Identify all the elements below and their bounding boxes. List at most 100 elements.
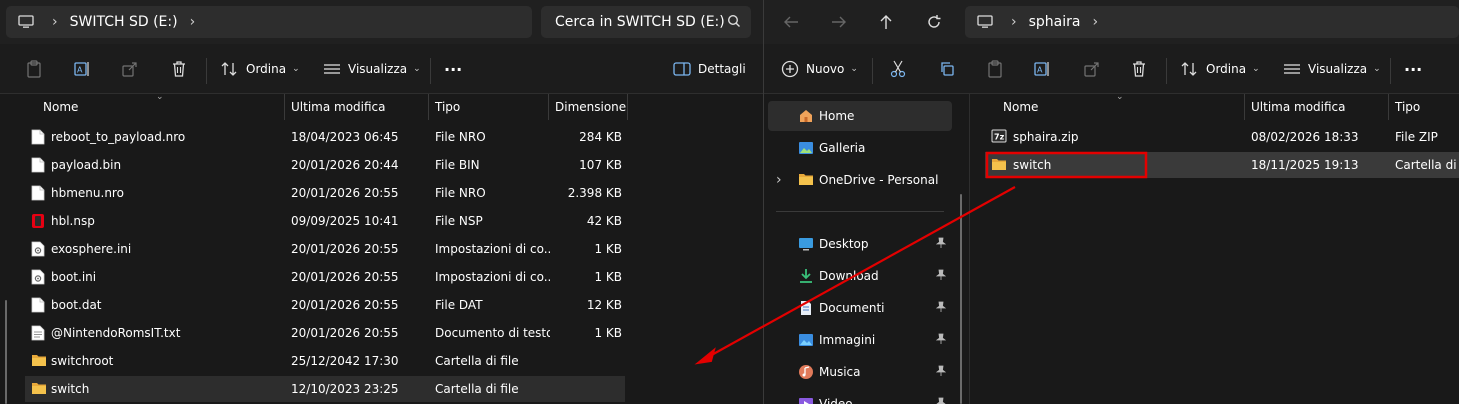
- nav-item-label: Galleria: [819, 141, 866, 155]
- share-button[interactable]: [120, 56, 140, 82]
- chevron-down-icon: ⌄: [1373, 64, 1381, 74]
- column-header-name[interactable]: Nome: [997, 94, 1245, 120]
- file-type: Cartella di file: [435, 354, 519, 368]
- computer-icon[interactable]: [18, 15, 34, 29]
- sort-button[interactable]: Ordina ⌄: [220, 56, 300, 82]
- file-row[interactable]: reboot_to_payload.nro 18/04/2023 06:45 Fil…: [25, 124, 625, 150]
- pin-icon[interactable]: [935, 365, 947, 380]
- chevron-right-icon[interactable]: ›: [1092, 14, 1098, 30]
- file-row[interactable]: @NintendoRomsIT.txt 20/01/2026 20:55 Docum…: [25, 320, 625, 346]
- up-button[interactable]: [875, 11, 897, 33]
- file-size-cell: [552, 376, 622, 402]
- toolbar-divider: [1166, 58, 1167, 84]
- breadcrumb-drive[interactable]: SWITCH SD (E:): [70, 14, 178, 30]
- rename-icon: A: [73, 59, 93, 79]
- file-type: Documento di testo: [435, 326, 550, 340]
- nav-scrollbar[interactable]: [960, 194, 962, 404]
- chevron-right-icon[interactable]: ›: [1011, 14, 1017, 30]
- nav-item-desktop[interactable]: Desktop: [768, 229, 952, 259]
- left-explorer-window: › SWITCH SD (E:) › Cerca in SWITCH SD (E…: [0, 0, 763, 404]
- pin-icon[interactable]: [935, 301, 947, 316]
- file-name-cell: switchroot: [31, 348, 281, 374]
- breadcrumb-folder[interactable]: sphaira: [1029, 14, 1081, 30]
- file-row[interactable]: switch 12/10/2023 23:25 Cartella di file: [25, 376, 625, 402]
- column-header-modified[interactable]: Ultima modifica: [1245, 94, 1389, 120]
- file-icon: [31, 185, 45, 201]
- pin-icon[interactable]: [935, 333, 947, 348]
- column-header-type[interactable]: Tipo: [429, 94, 549, 120]
- nav-item-musica[interactable]: Musica: [768, 357, 952, 387]
- file-row[interactable]: 7z sphaira.zip 08/02/2026 18:33 File ZIP: [985, 124, 1459, 150]
- nav-item-label: Download: [819, 269, 879, 283]
- nav-item-label: Video: [819, 397, 853, 404]
- file-row[interactable]: boot.dat 20/01/2026 20:55 File DAT 12 KB: [25, 292, 625, 318]
- file-name: hbmenu.nro: [51, 186, 124, 200]
- column-header-modified[interactable]: Ultima modifica: [285, 94, 429, 120]
- more-options-button[interactable]: ···: [1404, 56, 1422, 82]
- file-modified: 18/04/2023 06:45: [291, 130, 399, 144]
- file-type: File ZIP: [1395, 130, 1438, 144]
- file-size: 284 KB: [579, 130, 622, 144]
- switch-nsp-icon: [31, 213, 45, 229]
- rename-button[interactable]: A: [73, 56, 93, 82]
- nav-item-galleria[interactable]: Galleria: [768, 133, 952, 163]
- nav-item-download[interactable]: Download: [768, 261, 952, 291]
- pin-icon[interactable]: [935, 397, 947, 404]
- file-name: sphaira.zip: [1013, 130, 1079, 144]
- refresh-button[interactable]: [923, 11, 945, 33]
- delete-button[interactable]: [169, 56, 189, 82]
- right-address-bar[interactable]: › sphaira ›: [965, 6, 1459, 38]
- computer-icon[interactable]: [977, 15, 993, 29]
- toolbar-divider: [872, 58, 873, 84]
- left-scrollbar[interactable]: [5, 300, 7, 404]
- video-icon: [798, 396, 814, 404]
- search-icon[interactable]: [727, 14, 741, 28]
- rename-button[interactable]: A: [1033, 56, 1053, 82]
- paste-icon: [24, 59, 44, 79]
- expand-chevron-icon[interactable]: ›: [776, 172, 782, 188]
- file-modified-cell: 18/04/2023 06:45: [291, 124, 431, 150]
- search-input[interactable]: Cerca in SWITCH SD (E:): [541, 6, 751, 38]
- new-button[interactable]: Nuovo ⌄: [780, 56, 858, 82]
- file-row[interactable]: hbl.nsp 09/09/2025 10:41 File NSP 42 KB: [25, 208, 625, 234]
- file-type-cell: Documento di testo: [435, 320, 550, 346]
- share-button[interactable]: [1082, 56, 1102, 82]
- file-row[interactable]: switch 18/11/2025 19:13 Cartella di file: [985, 152, 1459, 178]
- pin-icon[interactable]: [935, 237, 947, 252]
- column-header-type[interactable]: Tipo: [1389, 94, 1459, 120]
- nav-item-home[interactable]: Home: [768, 101, 952, 131]
- file-row[interactable]: hbmenu.nro 20/01/2026 20:55 File NRO 2.398 …: [25, 180, 625, 206]
- back-button[interactable]: [780, 11, 802, 33]
- more-options-button[interactable]: ···: [444, 56, 462, 82]
- nav-item-documenti[interactable]: Documenti: [768, 293, 952, 323]
- chevron-right-icon[interactable]: ›: [190, 14, 196, 30]
- details-pane-button[interactable]: Dettagli: [672, 56, 746, 82]
- left-address-bar[interactable]: › SWITCH SD (E:) ›: [6, 6, 532, 38]
- view-button[interactable]: Visualizza ⌄: [1282, 56, 1381, 82]
- view-button[interactable]: Visualizza ⌄: [322, 56, 421, 82]
- file-row[interactable]: payload.bin 20/01/2026 20:44 File BIN 107 K…: [25, 152, 625, 178]
- cut-button[interactable]: [888, 56, 908, 82]
- file-row[interactable]: switchroot 25/12/2042 17:30 Cartella di fi…: [25, 348, 625, 374]
- paste-button[interactable]: [24, 56, 44, 82]
- forward-button[interactable]: [828, 11, 850, 33]
- delete-button[interactable]: [1129, 56, 1149, 82]
- toolbar-divider: [430, 58, 431, 84]
- file-icon: [31, 157, 45, 173]
- file-row[interactable]: boot.ini 20/01/2026 20:55 Impostazioni di …: [25, 264, 625, 290]
- column-header-name[interactable]: Nome: [37, 94, 285, 120]
- nav-item-onedrive-personal[interactable]: › OneDrive - Personal: [768, 165, 952, 195]
- pin-icon[interactable]: [935, 269, 947, 284]
- file-row[interactable]: exosphere.ini 20/01/2026 20:55 Impostazion…: [25, 236, 625, 262]
- chevron-right-icon[interactable]: ›: [52, 14, 58, 30]
- file-modified-cell: 20/01/2026 20:55: [291, 292, 431, 318]
- column-header-type-label: Tipo: [1395, 100, 1421, 114]
- copy-button[interactable]: [937, 56, 957, 82]
- nav-item-immagini[interactable]: Immagini: [768, 325, 952, 355]
- nav-item-video[interactable]: Video: [768, 389, 952, 404]
- column-header-size[interactable]: Dimensione: [549, 94, 628, 120]
- file-name-cell: reboot_to_payload.nro: [31, 124, 281, 150]
- paste-button[interactable]: [985, 56, 1005, 82]
- file-type-cell: File NSP: [435, 208, 550, 234]
- sort-button[interactable]: Ordina ⌄: [1180, 56, 1260, 82]
